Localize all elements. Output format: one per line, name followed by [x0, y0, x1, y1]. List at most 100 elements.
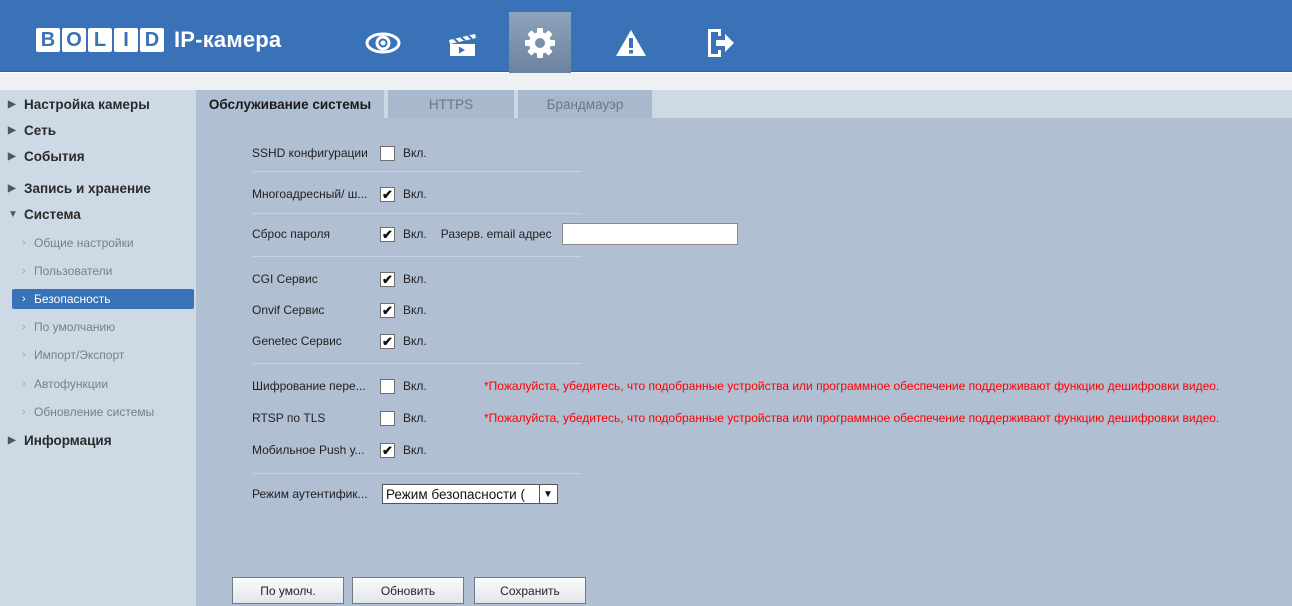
clapperboard-icon — [449, 34, 476, 56]
triangle-right-icon: ▶ — [8, 124, 16, 136]
genetec-row: Genetec Сервис ✔ Вкл. — [252, 331, 427, 351]
chevron-down-icon[interactable]: ▼ — [539, 485, 556, 503]
sidebar-item-general[interactable]: › Общие настройки — [0, 232, 196, 254]
check-icon: ✔ — [382, 442, 393, 458]
nav-alarm[interactable] — [600, 14, 662, 72]
sidebar-group-network[interactable]: ▶ Сеть — [0, 119, 196, 141]
sshd-row: SSHD конфигурации Вкл. — [252, 143, 427, 163]
settings-panel: SSHD конфигурации Вкл. Многоадресный/ ш.… — [196, 118, 1292, 606]
check-icon: ✔ — [382, 333, 393, 349]
rtsp-tls-label: RTSP по TLS — [252, 411, 326, 425]
default-button[interactable]: По умолч. — [232, 577, 344, 604]
onvif-on-label: Вкл. — [403, 303, 427, 317]
sidebar-group-events[interactable]: ▶ События — [0, 145, 196, 167]
divider — [252, 256, 582, 257]
tab-bar: Обслуживание системы HTTPS Брандмауэр — [196, 90, 1292, 118]
save-button[interactable]: Сохранить — [474, 577, 586, 604]
nav-playback[interactable] — [431, 14, 493, 72]
nav-settings[interactable] — [509, 12, 571, 73]
sshd-label: SSHD конфигурации — [252, 146, 368, 160]
auth-mode-select[interactable]: Режим безопасности ( ▼ — [382, 484, 558, 504]
tab-maintenance[interactable]: Обслуживание системы — [196, 90, 384, 118]
sidebar-item-defaults[interactable]: › По умолчанию — [0, 316, 196, 338]
check-icon: ✔ — [382, 302, 393, 318]
sidebar-group-system[interactable]: ▼ Система — [0, 203, 196, 225]
cgi-row: CGI Сервис ✔ Вкл. — [252, 269, 427, 289]
sidebar-group-label: Настройка камеры — [24, 96, 150, 112]
sidebar-group-label: Система — [24, 206, 81, 222]
sidebar-item-label: Пользователи — [34, 264, 113, 278]
sidebar-group-storage[interactable]: ▶ Запись и хранение — [0, 177, 196, 199]
triangle-down-icon: ▼ — [8, 208, 18, 220]
sidebar-item-users[interactable]: › Пользователи — [0, 260, 196, 282]
onvif-checkbox[interactable]: ✔ — [380, 302, 395, 318]
multicast-label: Многоадресный/ ш... — [252, 187, 368, 201]
sidebar-item-security[interactable]: › Безопасность — [12, 289, 194, 309]
encryption-row: Шифрование пере... Вкл. — [252, 376, 427, 396]
mobile-push-row: Мобильное Push у... ✔ Вкл. — [252, 440, 427, 460]
logo-letter: I — [114, 28, 138, 52]
onvif-row: Onvif Сервис ✔ Вкл. — [252, 300, 427, 320]
refresh-button[interactable]: Обновить — [352, 577, 464, 604]
nav-logout[interactable] — [690, 14, 752, 72]
encryption-on-label: Вкл. — [403, 379, 427, 393]
cgi-checkbox[interactable]: ✔ — [380, 271, 395, 287]
sshd-checkbox[interactable] — [380, 145, 395, 161]
multicast-on-label: Вкл. — [403, 187, 427, 201]
nav-live-view[interactable] — [352, 14, 414, 72]
genetec-on-label: Вкл. — [403, 334, 427, 348]
sidebar-group-label: Информация — [24, 432, 112, 448]
logout-icon — [708, 29, 734, 57]
cgi-on-label: Вкл. — [403, 272, 427, 286]
multicast-checkbox[interactable]: ✔ — [380, 186, 395, 202]
chevron-right-icon: › — [22, 378, 26, 390]
mobile-push-checkbox[interactable]: ✔ — [380, 442, 395, 458]
sidebar-group-info[interactable]: ▶ Информация — [0, 429, 196, 451]
logo-letter: O — [62, 28, 86, 52]
rtsp-tls-on-label: Вкл. — [403, 411, 427, 425]
auth-mode-row: Режим аутентифик... Режим безопасности (… — [252, 484, 558, 504]
app-title: IP-камера — [174, 27, 282, 52]
header-underline — [0, 73, 1292, 91]
password-reset-checkbox[interactable]: ✔ — [380, 226, 395, 242]
triangle-right-icon: ▶ — [8, 434, 16, 446]
logo-letter: D — [140, 28, 164, 52]
backup-email-input[interactable] — [561, 223, 738, 245]
sidebar-item-import-export[interactable]: › Импорт/Экспорт — [0, 344, 196, 366]
chevron-right-icon: › — [22, 265, 26, 277]
gear-icon — [525, 27, 555, 58]
tab-firewall[interactable]: Брандмауэр — [518, 90, 652, 118]
mobile-push-on-label: Вкл. — [403, 443, 427, 457]
auth-mode-label: Режим аутентифик... — [252, 487, 368, 501]
brand-logo: BOLID IP-камера — [36, 26, 281, 54]
divider — [252, 213, 582, 214]
divider — [252, 171, 582, 172]
check-icon: ✔ — [382, 186, 393, 202]
tab-https[interactable]: HTTPS — [388, 90, 514, 118]
sidebar-item-update[interactable]: › Обновление системы — [0, 401, 196, 423]
sidebar: ▶ Настройка камеры ▶ Сеть ▶ События ▶ Запись… — [0, 90, 196, 606]
chevron-right-icon: › — [22, 321, 26, 333]
sidebar-group-label: Запись и хранение — [24, 180, 151, 196]
sidebar-item-label: По умолчанию — [34, 320, 116, 334]
genetec-checkbox[interactable]: ✔ — [380, 333, 395, 349]
password-reset-label: Сброс пароля — [252, 227, 330, 241]
triangle-right-icon: ▶ — [8, 150, 16, 162]
warning-icon — [616, 30, 646, 56]
sshd-on-label: Вкл. — [403, 146, 427, 160]
sidebar-group-label: Сеть — [24, 122, 56, 138]
encryption-checkbox[interactable] — [380, 378, 395, 394]
sidebar-group-camera[interactable]: ▶ Настройка камеры — [0, 93, 196, 115]
rtsp-tls-checkbox[interactable] — [380, 410, 395, 426]
triangle-right-icon: ▶ — [8, 182, 16, 194]
encryption-warning: *Пожалуйста, убедитесь, что подобранные … — [484, 379, 1220, 393]
bolid-logo: BOLID — [36, 28, 164, 52]
sidebar-item-label: Безопасность — [34, 292, 111, 306]
password-reset-row: Сброс пароля ✔ Вкл. Разерв. email адрес — [252, 222, 738, 246]
divider — [252, 363, 582, 364]
divider — [252, 473, 582, 474]
auth-mode-value: Режим безопасности ( — [386, 486, 525, 502]
sidebar-item-label: Общие настройки — [34, 236, 134, 250]
check-icon: ✔ — [382, 226, 393, 242]
sidebar-item-auto[interactable]: › Автофункции — [0, 373, 196, 395]
